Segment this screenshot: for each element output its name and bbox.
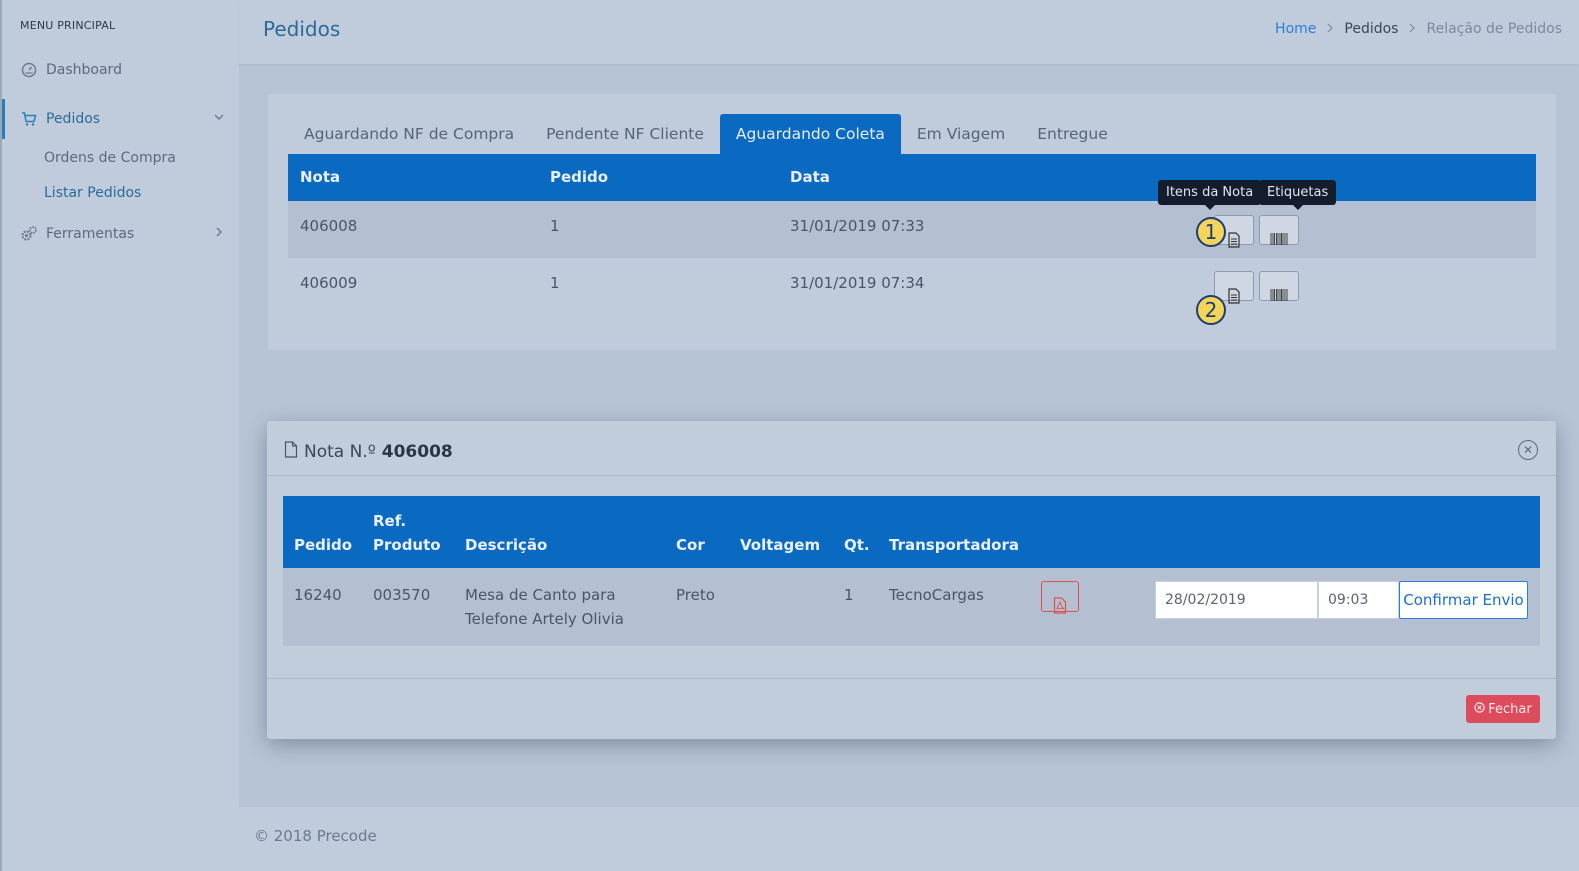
document-icon <box>1227 288 1241 308</box>
cell-ref: 003570 <box>373 586 431 604</box>
column-header-nota: Nota <box>300 168 341 186</box>
column-header-transportadora: Transportadora <box>889 536 1020 554</box>
orders-card: Aguardando NF de Compra Pendente NF Clie… <box>268 94 1556 350</box>
file-icon <box>284 441 298 463</box>
breadcrumb-current: Relação de Pedidos <box>1426 21 1562 37</box>
modal-title-number: 406008 <box>381 442 453 462</box>
modal-title: Nota N.º 406008 <box>284 441 453 463</box>
cell-data: 31/01/2019 07:34 <box>790 274 925 292</box>
barcode-icon <box>1270 288 1288 306</box>
page-header: Pedidos Home Pedidos Relação de Pedidos <box>239 0 1579 64</box>
orders-table: Nota Pedido Data 406008 1 31/01/2019 07:… <box>288 154 1536 315</box>
items-table: Pedido Ref. Produto Descrição Cor Voltag… <box>283 496 1540 646</box>
chevron-down-icon <box>213 111 225 126</box>
column-header-descricao: Descrição <box>465 536 548 554</box>
column-header-pedido: Pedido <box>294 536 353 554</box>
sidebar-item-label: Dashboard <box>46 62 122 78</box>
dashboard-icon <box>20 61 38 79</box>
cell-qt: 1 <box>844 586 854 604</box>
nota-modal: Nota N.º 406008 ✕ Pedido Ref. Produto De… <box>267 421 1556 739</box>
page-title: Pedidos <box>263 17 341 41</box>
cart-icon <box>20 110 38 128</box>
column-header-data: Data <box>790 168 830 186</box>
sidebar-subitem-listar[interactable]: Listar Pedidos <box>44 185 141 201</box>
cell-transportadora: TecnoCargas <box>889 586 984 604</box>
column-header-ref-line2: Produto <box>373 536 441 554</box>
column-header-pedido: Pedido <box>550 168 609 186</box>
sidebar-item-label: Ferramentas <box>46 226 135 242</box>
sidebar: MENU PRINCIPAL Dashboard Pedidos Ordens … <box>0 0 239 871</box>
sidebar-item-dashboard[interactable]: Dashboard <box>2 50 239 90</box>
sidebar-title: MENU PRINCIPAL <box>20 19 116 32</box>
cell-cor: Preto <box>676 586 715 604</box>
cell-pedido: 1 <box>550 274 560 292</box>
etiquetas-button[interactable] <box>1259 215 1299 245</box>
close-circle-icon <box>1474 701 1485 717</box>
table-row: 406009 1 31/01/2019 07:34 <box>288 258 1536 315</box>
cell-descricao-line2: Telefone Artely Olivia <box>465 610 624 628</box>
confirmar-envio-button[interactable]: Confirmar Envio <box>1399 581 1528 619</box>
etiquetas-button[interactable] <box>1259 271 1299 301</box>
cell-descricao-line1: Mesa de Canto para <box>465 586 616 604</box>
status-tabs: Aguardando NF de Compra Pendente NF Clie… <box>288 114 1124 154</box>
sidebar-subitem-ordens[interactable]: Ordens de Compra <box>44 150 176 166</box>
table-header: Nota Pedido Data <box>288 154 1536 201</box>
tab-aguardando-coleta[interactable]: Aguardando Coleta <box>719 114 901 154</box>
close-icon[interactable]: ✕ <box>1518 440 1538 460</box>
copyright-text: © 2018 Precode <box>254 827 377 845</box>
breadcrumb: Home Pedidos Relação de Pedidos <box>1275 21 1562 37</box>
cell-data: 31/01/2019 07:33 <box>790 217 925 235</box>
table-row: 406008 1 31/01/2019 07:33 <box>288 201 1536 258</box>
pdf-button[interactable] <box>1041 581 1079 614</box>
cell-nota: 406009 <box>300 274 358 292</box>
fechar-label: Fechar <box>1488 701 1532 717</box>
tab-entregue[interactable]: Entregue <box>1021 114 1123 154</box>
column-header-cor: Cor <box>676 536 705 554</box>
ship-time-input[interactable] <box>1318 581 1399 619</box>
tab-em-viagem[interactable]: Em Viagem <box>901 114 1021 154</box>
breadcrumb-pedidos-link[interactable]: Pedidos <box>1344 21 1398 37</box>
sidebar-item-label: Pedidos <box>46 111 101 127</box>
chevron-right-icon <box>1325 22 1335 36</box>
cell-nota: 406008 <box>300 217 358 235</box>
table-row: 16240 003570 Mesa de Canto para Telefone… <box>283 568 1540 646</box>
modal-title-prefix: Nota N.º <box>304 442 376 462</box>
fechar-button[interactable]: Fechar <box>1466 695 1540 723</box>
tooltip-itens-da-nota: Itens da Nota <box>1158 180 1262 210</box>
annotation-marker-2: 2 <box>1196 295 1226 325</box>
ship-date-input[interactable] <box>1155 581 1318 619</box>
column-header-voltagem: Voltagem <box>740 536 821 554</box>
cell-pedido: 16240 <box>294 586 342 604</box>
sidebar-item-ferramentas[interactable]: Ferramentas <box>2 214 239 254</box>
divider <box>267 678 1556 679</box>
column-header-qt: Qt. <box>844 536 870 554</box>
page-footer: © 2018 Precode <box>239 807 1579 871</box>
chevron-right-icon <box>1407 22 1417 36</box>
gears-icon <box>20 225 38 243</box>
document-icon <box>1227 232 1241 252</box>
tab-aguardando-nf-compra[interactable]: Aguardando NF de Compra <box>288 114 530 154</box>
table-header: Pedido Ref. Produto Descrição Cor Voltag… <box>283 496 1540 568</box>
sidebar-item-pedidos[interactable]: Pedidos <box>2 99 239 139</box>
tab-pendente-nf-cliente[interactable]: Pendente NF Cliente <box>530 114 720 154</box>
breadcrumb-home-link[interactable]: Home <box>1275 21 1316 37</box>
pdf-icon <box>1053 597 1067 621</box>
tooltip-etiquetas: Etiquetas <box>1259 180 1337 210</box>
column-header-ref-line1: Ref. <box>373 512 407 530</box>
chevron-right-icon <box>213 226 225 241</box>
annotation-marker-1: 1 <box>1196 217 1226 247</box>
itens-da-nota-button[interactable] <box>1214 271 1254 304</box>
cell-pedido: 1 <box>550 217 560 235</box>
barcode-icon <box>1270 232 1288 250</box>
divider <box>267 475 1556 476</box>
